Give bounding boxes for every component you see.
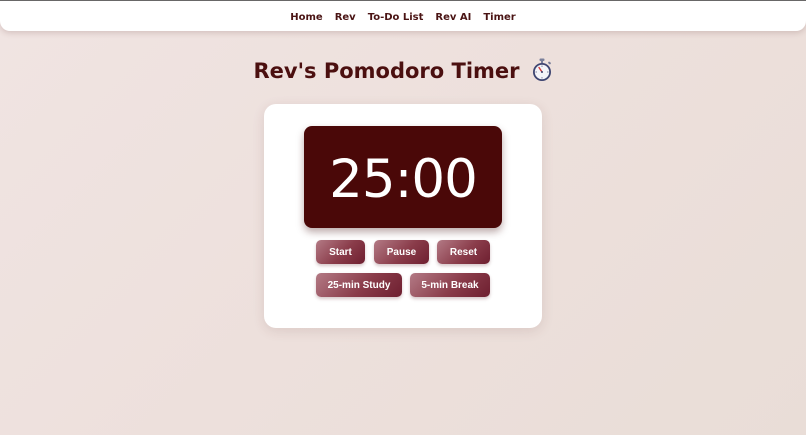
study-preset-button[interactable]: 25-min Study	[316, 273, 402, 297]
top-navbar: Home Rev To-Do List Rev AI Timer	[0, 1, 806, 31]
nav-link-todo-list[interactable]: To-Do List	[368, 12, 424, 23]
timer-display: 25:00	[304, 126, 502, 228]
stopwatch-icon	[532, 58, 551, 81]
page-title: Rev's Pomodoro Timer	[253, 59, 520, 83]
reset-button[interactable]: Reset	[437, 240, 490, 264]
start-button[interactable]: Start	[316, 240, 365, 264]
nav-link-rev[interactable]: Rev	[335, 12, 356, 23]
break-preset-button[interactable]: 5-min Break	[410, 273, 490, 297]
pause-button[interactable]: Pause	[374, 240, 429, 264]
nav-link-rev-ai[interactable]: Rev AI	[435, 12, 471, 23]
title-row: Rev's Pomodoro Timer	[0, 58, 806, 83]
nav-link-timer[interactable]: Timer	[483, 12, 515, 23]
nav-link-home[interactable]: Home	[290, 12, 322, 23]
timer-readout: 25:00	[329, 148, 478, 210]
timer-card: 25:00 Start Pause Reset 25-min Study 5-m…	[264, 104, 542, 328]
